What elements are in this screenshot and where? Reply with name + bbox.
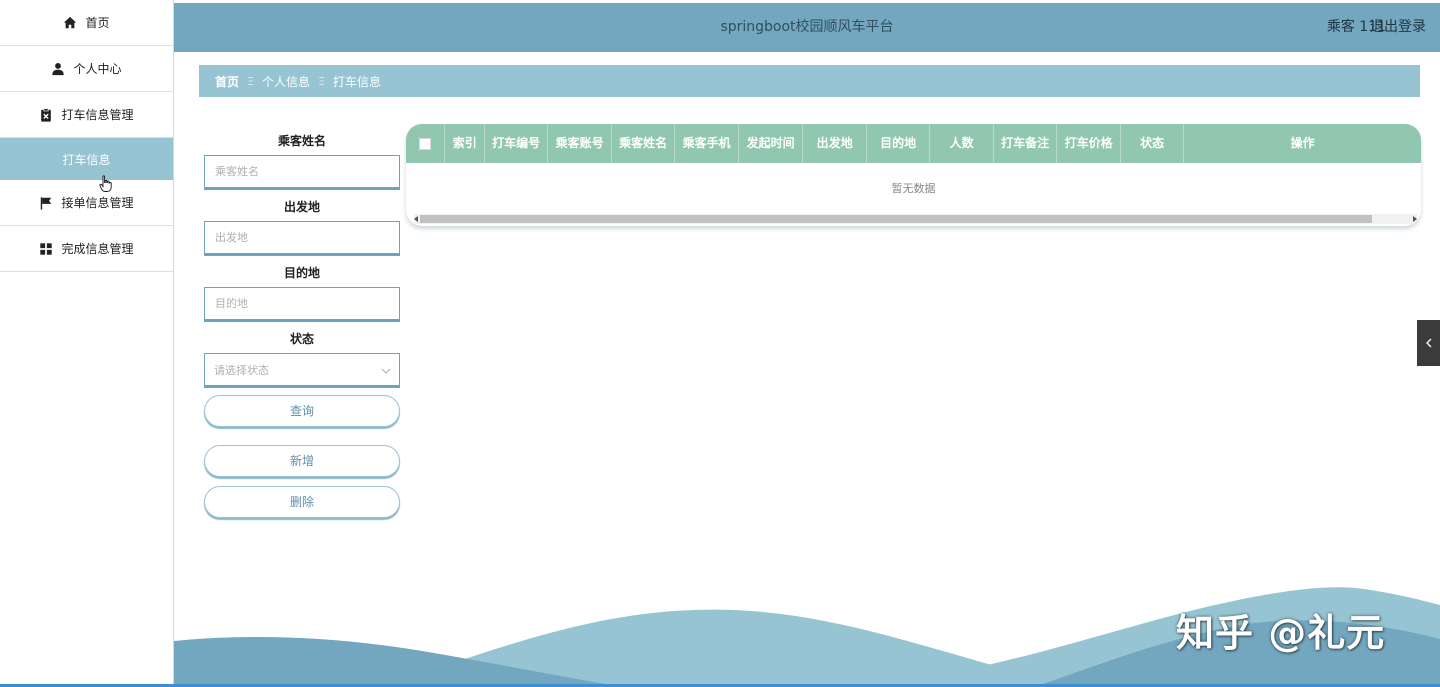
logout-link[interactable]: 退出登录 [1370, 3, 1426, 52]
home-icon [64, 16, 77, 28]
select-all-checkbox[interactable] [419, 137, 432, 150]
sidebar-item-label: 完成信息管理 [61, 242, 134, 256]
column-header: 发起时间 [739, 124, 804, 163]
breadcrumb-home[interactable]: 首页 [215, 73, 239, 90]
collapse-panel-button[interactable] [1417, 320, 1440, 366]
sidebar-item-label: 首页 [85, 16, 110, 30]
scroll-right-icon[interactable] [1413, 216, 1417, 222]
column-header: 打车价格 [1057, 124, 1121, 163]
column-header: 目的地 [867, 124, 931, 163]
status-select-placeholder: 请选择状态 [214, 364, 269, 377]
destination-label: 目的地 [283, 266, 320, 280]
ride-table: 索引 打车编号 乘客账号 乘客姓名 乘客手机 发起时间 出发地 目的地 人数 打… [406, 124, 1421, 226]
watermark: 知乎 @礼元 [1176, 611, 1386, 655]
delete-button[interactable]: 删除 [204, 486, 400, 518]
query-button[interactable]: 查询 [204, 395, 400, 427]
column-header: 状态 [1121, 124, 1185, 163]
departure-input[interactable]: 出发地 [204, 221, 400, 254]
empty-message: 暂无数据 [891, 182, 936, 195]
table-header: 索引 打车编号 乘客账号 乘客姓名 乘客手机 发起时间 出发地 目的地 人数 打… [406, 124, 1421, 163]
passenger-name-label: 乘客姓名 [277, 134, 326, 148]
sidebar-item-ride-management[interactable]: 打车信息管理 [0, 92, 173, 138]
breadcrumb: 首页 Ξ 个人信息 Ξ 打车信息 [199, 65, 1420, 97]
flag-icon [41, 196, 52, 210]
sidebar-item-ride-info[interactable]: 打车信息 [0, 138, 173, 180]
destination-input[interactable]: 目的地 [204, 287, 400, 320]
column-header: 索引 [445, 124, 485, 163]
grid-icon [40, 242, 53, 255]
chevron-down-icon [381, 368, 391, 374]
chevron-left-icon [1425, 338, 1431, 348]
pointer-hand-icon [99, 175, 112, 192]
breadcrumb-separator: Ξ [247, 74, 254, 88]
scrollbar-thumb[interactable] [420, 215, 1372, 223]
add-button[interactable]: 新增 [204, 445, 400, 477]
column-header: 乘客姓名 [612, 124, 676, 163]
user-icon [52, 62, 65, 75]
sidebar: 首页 个人中心 打车信息管理 打车信息 接单信息管理 完成信息管理 [0, 0, 174, 687]
sidebar-item-order-management[interactable]: 接单信息管理 [0, 180, 173, 226]
scroll-left-icon[interactable] [414, 216, 418, 222]
clipboard-icon [41, 107, 52, 122]
column-header: 乘客账号 [548, 124, 612, 163]
select-all-column[interactable] [406, 124, 446, 163]
app-title: springboot校园顺风车平台 [720, 19, 894, 35]
passenger-name-input[interactable]: 乘客姓名 [204, 155, 400, 188]
status-label: 状态 [289, 332, 314, 346]
sidebar-item-home[interactable]: 首页 [0, 0, 173, 46]
status-select[interactable]: 请选择状态 [204, 353, 400, 386]
breadcrumb-item: 打车信息 [332, 74, 381, 89]
sidebar-item-label: 打车信息 [62, 152, 111, 167]
column-header: 出发地 [803, 124, 867, 163]
column-header: 打车编号 [485, 124, 549, 163]
sidebar-item-complete-management[interactable]: 完成信息管理 [0, 226, 173, 272]
departure-label: 出发地 [283, 200, 320, 214]
column-header: 乘客手机 [675, 124, 739, 163]
column-header: 操作 [1290, 136, 1315, 150]
column-header: 打车备注 [994, 124, 1058, 163]
sidebar-item-label: 接单信息管理 [61, 196, 134, 210]
sidebar-item-profile[interactable]: 个人中心 [0, 46, 173, 92]
sidebar-item-label: 打车信息管理 [61, 108, 134, 122]
sidebar-item-label: 个人中心 [73, 62, 122, 76]
column-header: 人数 [930, 124, 994, 163]
breadcrumb-separator: Ξ [317, 74, 325, 88]
breadcrumb-item[interactable]: 个人信息 [262, 73, 310, 90]
top-header: springboot校园顺风车平台 乘客 111 退出登录 [174, 3, 1440, 52]
horizontal-scrollbar[interactable] [414, 214, 1417, 224]
